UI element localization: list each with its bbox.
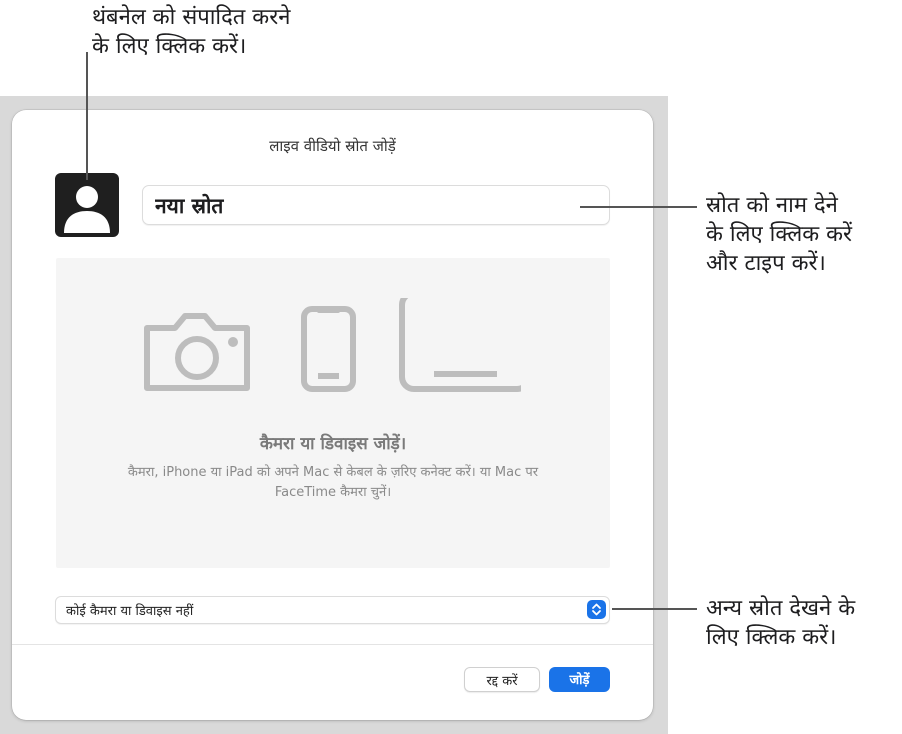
callout-line-name — [580, 206, 697, 208]
callout-name-line-3: और टाइप करें। — [706, 251, 826, 276]
dialog-title: लाइव वीडियो स्रोत जोड़ें — [269, 137, 396, 155]
source-select-value: कोई कैमरा या डिवाइस नहीं — [66, 604, 194, 619]
device-preview-area: कैमरा या डिवाइस जोड़ें। कैमरा, iPhone या… — [56, 258, 610, 568]
iphone-icon — [301, 306, 356, 392]
chevron-up-down-icon[interactable] — [587, 600, 606, 619]
source-thumbnail[interactable] — [55, 173, 119, 237]
preview-icons — [144, 298, 521, 392]
cancel-button[interactable]: रद्द करें — [464, 667, 540, 692]
callout-thumbnail-line-2: के लिए क्लिक करें। — [92, 34, 247, 59]
add-button[interactable]: जोड़ें — [549, 667, 610, 692]
person-silhouette-icon — [64, 186, 110, 233]
source-name-field[interactable] — [142, 185, 610, 226]
callout-name-line-1: स्रोत को नाम देने — [706, 193, 838, 218]
callout-sources-line-1: अन्य स्रोत देखने के — [706, 596, 856, 621]
callout-sources: अन्य स्रोत देखने के लिए क्लिक करें। — [706, 594, 855, 652]
callout-line-thumbnail — [86, 52, 88, 180]
callout-name-line-2: के लिए क्लिक करें — [706, 222, 853, 247]
source-name-input[interactable] — [153, 186, 597, 226]
add-live-video-source-dialog: लाइव वीडियो स्रोत जोड़ें नया स्रोत कैमरा… — [12, 110, 653, 720]
preview-description: कैमरा, iPhone या iPad को अपने Mac से केब… — [127, 465, 539, 500]
callout-sources-line-2: लिए क्लिक करें। — [706, 625, 837, 650]
callout-thumbnail: थंबनेल को संपादित करने के लिए क्लिक करें… — [92, 3, 290, 61]
ipad-icon — [399, 298, 521, 392]
camera-icon — [144, 313, 250, 391]
preview-heading: कैमरा या डिवाइस जोड़ें। — [259, 434, 407, 454]
callout-thumbnail-line-1: थंबनेल को संपादित करने — [92, 5, 291, 30]
callout-name: स्रोत को नाम देने के लिए क्लिक करें और ट… — [706, 191, 852, 278]
callout-line-sources — [612, 608, 697, 610]
footer-divider — [12, 644, 653, 645]
source-select[interactable]: कोई कैमरा या डिवाइस नहीं — [55, 596, 610, 624]
